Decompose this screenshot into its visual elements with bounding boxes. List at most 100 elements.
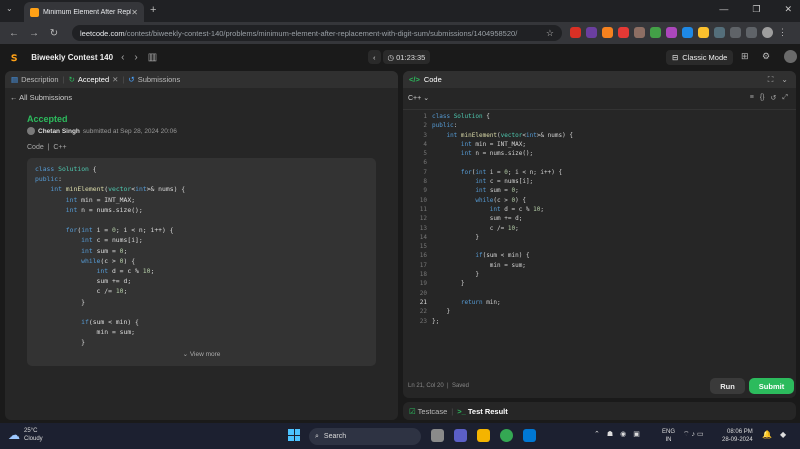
- contest-timer: ‹ ◷ 01:23:35: [368, 50, 431, 64]
- extension-icon[interactable]: [602, 27, 613, 38]
- extensions-bar: ⋮: [570, 27, 789, 38]
- view-more-button[interactable]: ⌄ View more: [5, 350, 398, 358]
- author-avatar: [27, 127, 35, 135]
- editor-code[interactable]: class Solution { public: int minElement(…: [432, 112, 573, 326]
- expand-icon[interactable]: ⤢: [782, 94, 788, 102]
- profile-avatar[interactable]: [762, 27, 773, 38]
- fullscreen-icon[interactable]: ⛶: [768, 75, 774, 85]
- language-select[interactable]: C++ ⌄: [408, 94, 796, 104]
- back-icon[interactable]: ←: [8, 28, 20, 39]
- tray-app-icon[interactable]: ☗: [607, 430, 613, 438]
- menu-icon[interactable]: ⋮: [778, 27, 789, 38]
- line-number: 10: [419, 196, 427, 204]
- collapse-timer-button[interactable]: ‹: [368, 50, 381, 64]
- date: 28-09-2024: [722, 437, 753, 443]
- reset-icon[interactable]: ↺: [771, 94, 777, 102]
- all-submissions-link[interactable]: ← All Submissions: [10, 93, 398, 105]
- tray-app-icon[interactable]: ◉: [620, 430, 626, 438]
- maximize-icon[interactable]: ❐: [752, 4, 760, 15]
- bookmark-star-icon[interactable]: ☆: [546, 28, 554, 39]
- browser-tab[interactable]: Minimum Element After Replac ✕: [24, 2, 144, 22]
- tab-search-icon[interactable]: ⌄: [6, 4, 13, 13]
- extension-icon[interactable]: [698, 27, 709, 38]
- clock[interactable]: 08:06 PM 28-09-2024: [722, 428, 753, 444]
- format-icon[interactable]: ≡: [750, 94, 754, 102]
- language-value: C++: [408, 95, 422, 102]
- line-numbers: 1 2 3 4 5 6 7 8 9 10 11 12 13 14 15 16 17 18 19 20 21 22 23: [403, 110, 427, 353]
- teams-icon[interactable]: [454, 429, 467, 442]
- editor-tab-bar: </> Code ⛶ ⌄: [403, 71, 796, 88]
- tray-app-icon[interactable]: ▣: [633, 430, 640, 438]
- sidepanel-icon[interactable]: [746, 27, 757, 38]
- collapse-icon[interactable]: ⌄: [781, 75, 788, 85]
- tab-accepted-label: Accepted: [77, 75, 110, 84]
- extension-icon[interactable]: [666, 27, 677, 38]
- new-tab-icon[interactable]: +: [150, 4, 156, 16]
- language-indicator[interactable]: ENG IN: [662, 428, 675, 444]
- next-problem-icon[interactable]: ›: [134, 52, 137, 63]
- timer-value: 01:23:35: [396, 52, 426, 62]
- close-tab-x-icon[interactable]: ✕: [112, 75, 118, 84]
- submissions-icon: ↺: [128, 75, 135, 84]
- weather-widget[interactable]: ☁ 25°C Cloudy: [8, 427, 43, 443]
- tab-accepted[interactable]: ↻ Accepted ✕: [69, 75, 119, 84]
- extension-icon[interactable]: [650, 27, 661, 38]
- ranking-chart-icon[interactable]: ▥: [148, 52, 157, 63]
- tab-submissions[interactable]: ↺ Submissions: [128, 75, 180, 84]
- extension-icon[interactable]: [634, 27, 645, 38]
- close-window-icon[interactable]: ✕: [784, 4, 792, 15]
- forward-icon[interactable]: →: [28, 28, 40, 39]
- settings-gear-icon[interactable]: ⚙: [762, 51, 770, 62]
- submit-button[interactable]: Submit: [749, 378, 794, 394]
- submitted-code: class Solution { public: int minElement(…: [35, 165, 186, 347]
- line-number: 15: [419, 243, 427, 251]
- classic-mode-icon: ⊟: [672, 53, 679, 62]
- chrome-icon[interactable]: [500, 429, 513, 442]
- browser-tab-bar: ⌄ Minimum Element After Replac ✕ + — ❐ ✕: [0, 0, 800, 22]
- tab-test-result[interactable]: >_ Test Result: [457, 407, 508, 416]
- tab-testcase[interactable]: ☑ Testcase: [409, 407, 447, 416]
- submission-panel: ▤ Description | ↻ Accepted ✕ | ↺ Submissions…: [5, 71, 398, 420]
- copilot-icon[interactable]: ◆: [780, 430, 786, 439]
- view-more-label: View more: [189, 351, 221, 358]
- line-number: 5: [423, 150, 427, 158]
- extension-icon[interactable]: [682, 27, 693, 38]
- url-field[interactable]: leetcode.com/contest/biweekly-contest-14…: [72, 25, 562, 41]
- minimize-icon[interactable]: —: [719, 4, 728, 15]
- classic-mode-button[interactable]: ⊟ Classic Mode: [666, 50, 734, 65]
- editor-status: Ln 21, Col 20 | Saved: [408, 383, 469, 389]
- leetcode-logo-icon[interactable]: ꜱ: [11, 50, 17, 64]
- save-status: Saved: [451, 383, 469, 389]
- tab-description[interactable]: ▤ Description: [11, 75, 59, 84]
- windows-start-icon[interactable]: [288, 429, 300, 441]
- file-explorer-icon[interactable]: [477, 429, 490, 442]
- extension-icon[interactable]: [570, 27, 581, 38]
- vscode-icon[interactable]: [523, 429, 536, 442]
- chevron-up-icon[interactable]: ⌃: [594, 430, 600, 438]
- extensions-puzzle-icon[interactable]: [730, 27, 741, 38]
- timer-display[interactable]: ◷ 01:23:35: [382, 50, 431, 64]
- code-editor[interactable]: 1 2 3 4 5 6 7 8 9 10 11 12 13 14 15 16 17 18 19 20 21 22 23 cl…: [403, 109, 796, 353]
- extension-icon[interactable]: [586, 27, 597, 38]
- braces-icon[interactable]: {}: [760, 94, 765, 102]
- notification-bell-icon[interactable]: 🔔: [762, 430, 772, 439]
- layout-icon[interactable]: ⊞: [741, 51, 749, 62]
- taskbar-search[interactable]: ⌕ Search: [309, 428, 421, 445]
- wifi-icon[interactable]: ⌔ ♪ ▭: [683, 430, 704, 439]
- extension-icon[interactable]: [714, 27, 725, 38]
- extension-icon[interactable]: [618, 27, 629, 38]
- author-name[interactable]: Chetan Singh: [38, 128, 80, 135]
- contest-title[interactable]: Biweekly Contest 140: [31, 53, 113, 62]
- tab-submissions-label: Submissions: [137, 75, 181, 84]
- task-view-icon[interactable]: [431, 429, 444, 442]
- prev-problem-icon[interactable]: ‹: [121, 52, 124, 63]
- url-path: /contest/biweekly-contest-140/problems/m…: [124, 28, 518, 38]
- close-tab-icon[interactable]: ✕: [131, 8, 138, 17]
- tab-description-label: Description: [21, 75, 59, 84]
- tab-title: Minimum Element After Replac: [43, 8, 132, 16]
- user-avatar[interactable]: [784, 50, 797, 63]
- run-button[interactable]: Run: [710, 378, 745, 394]
- line-number: 1: [423, 113, 427, 120]
- temperature: 25°C: [24, 428, 38, 434]
- reload-icon[interactable]: ↻: [48, 28, 60, 39]
